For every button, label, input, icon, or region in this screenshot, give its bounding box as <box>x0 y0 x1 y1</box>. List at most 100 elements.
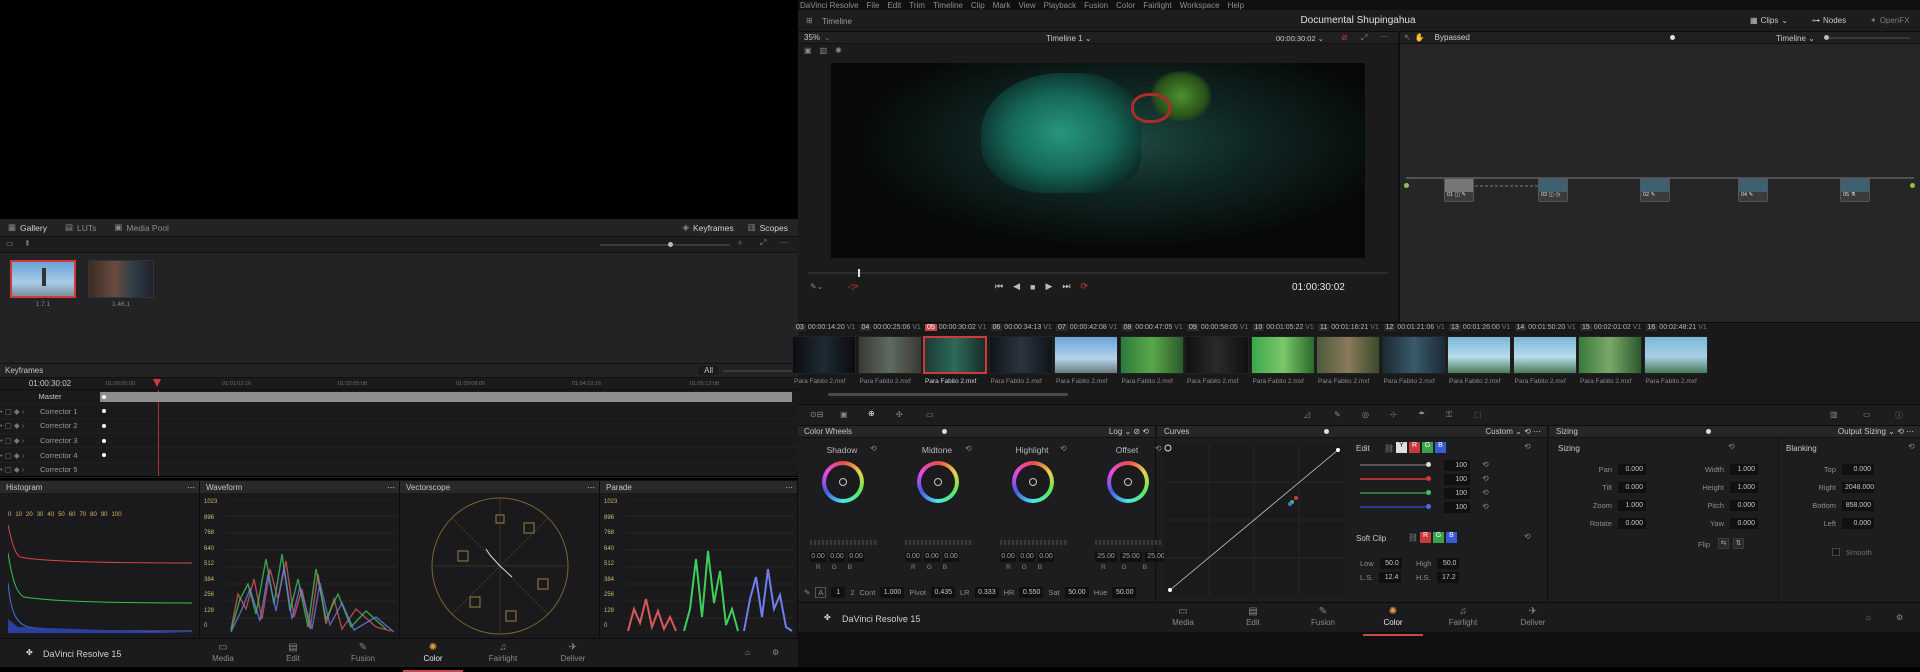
stop-icon[interactable]: ■ <box>1030 282 1035 292</box>
node-input[interactable] <box>1404 183 1409 188</box>
waveform-header[interactable]: Waveform ⋯ <box>200 481 399 493</box>
master-wheel-slider[interactable] <box>905 540 973 545</box>
go-to-start-icon[interactable]: ⏮ <box>995 281 1003 292</box>
reset-b-icon[interactable]: ⟲ <box>1482 502 1489 511</box>
keyframe-row-corrector-3[interactable]: • ▢ ◆ › Corrector 3 <box>0 434 798 449</box>
soft-clip-g-button[interactable]: G <box>1433 532 1444 543</box>
node-01[interactable]: 01 ◫ ✎ <box>1444 178 1474 202</box>
wheels-mode-selector[interactable]: Log ⌄ ⊘ ⟲ <box>1109 427 1149 436</box>
clip-strip-scrollbar[interactable] <box>828 393 1068 396</box>
menu-help[interactable]: Help <box>1228 1 1244 10</box>
parade-header[interactable]: Parade ⋯ <box>600 481 797 493</box>
soft-clip-b-button[interactable]: B <box>1446 532 1457 543</box>
tab-gallery[interactable]: ▦ Gallery <box>8 222 47 233</box>
color-wheel[interactable] <box>822 461 864 503</box>
node-02[interactable]: 02 ✎ <box>1640 178 1670 202</box>
intensity-g-field[interactable]: 100 <box>1444 488 1470 499</box>
scopes-toggle-icon[interactable]: ▥ <box>1830 410 1838 419</box>
image-wipe-icon[interactable]: ▣ <box>804 46 812 55</box>
keyframe-row-corrector-2[interactable]: • ▢ ◆ › Corrector 2 <box>0 419 798 434</box>
node-03[interactable]: 03 ◫ ◷ <box>1538 178 1568 202</box>
node-04[interactable]: 04 ✎ <box>1738 178 1768 202</box>
clip-thumbnail[interactable] <box>1512 336 1577 374</box>
node-zoom-dot[interactable] <box>1670 35 1675 40</box>
page-1-button[interactable]: 1 <box>831 586 846 598</box>
nav-color[interactable]: ✺ Color <box>1363 606 1423 636</box>
intensity-r-field[interactable]: 100 <box>1444 474 1470 485</box>
keyframes-zoom-slider[interactable] <box>723 369 793 372</box>
info-icon[interactable]: ⓘ <box>1895 410 1903 421</box>
nav-edit[interactable]: ▤ Edit <box>267 642 319 663</box>
histogram-header[interactable]: Histogram ⋯ <box>0 481 199 493</box>
home-icon[interactable]: ⌂ <box>745 648 750 657</box>
param-field[interactable]: 0.550 <box>1019 586 1044 598</box>
highlight-icon[interactable]: ✺ <box>835 46 842 55</box>
node-output[interactable] <box>1910 183 1915 188</box>
wheel-values[interactable]: 0.00 0.00 0.00 <box>905 552 959 562</box>
menu-playback[interactable]: Playback <box>1044 1 1076 10</box>
flip-vertical-button[interactable]: ⇅ <box>1733 538 1744 549</box>
color-wheel[interactable] <box>1012 461 1054 503</box>
still-thumbnail[interactable] <box>88 260 154 298</box>
menu-fairlight[interactable]: Fairlight <box>1143 1 1171 10</box>
keyframes-filter[interactable]: All <box>698 366 719 375</box>
clip-thumbnail[interactable] <box>1447 336 1511 374</box>
menu-mark[interactable]: Mark <box>993 1 1011 10</box>
settings-icon[interactable]: ⚙ <box>772 648 779 657</box>
playhead-marker[interactable] <box>153 379 161 387</box>
channel-y-button[interactable]: Y <box>1396 442 1407 453</box>
split-screen-icon[interactable]: ▥ <box>820 46 828 55</box>
clips-toggle[interactable]: ▦ Clips ⌄ <box>1750 16 1788 25</box>
wheel-values[interactable]: 0.00 0.00 0.00 <box>810 552 864 562</box>
master-wheel-slider[interactable] <box>810 540 878 545</box>
node-mode-selector[interactable]: Timeline ⌄ <box>1776 34 1815 43</box>
intensity-b-field[interactable]: 100 <box>1444 502 1470 513</box>
vectorscope-header[interactable]: Vectorscope ⋯ <box>400 481 599 493</box>
nodes-toggle[interactable]: ⊶ Nodes <box>1812 16 1846 25</box>
sizing-tab-icon[interactable]: ⬚ <box>1474 410 1482 419</box>
clip-thumbnail[interactable] <box>792 336 856 374</box>
reset-r-icon[interactable]: ⟲ <box>1482 474 1489 483</box>
bypass-icon[interactable]: ⊘ <box>1341 33 1348 42</box>
clip-thumbnail[interactable] <box>1643 336 1708 374</box>
color-wheel[interactable] <box>1107 461 1149 503</box>
nav-media[interactable]: ▭ Media <box>1157 606 1209 627</box>
thumbnail-size-slider[interactable] <box>600 242 730 247</box>
channel-r-button[interactable]: R <box>1409 442 1420 453</box>
loop-icon[interactable]: ⟳ <box>1081 281 1089 292</box>
viewer-scrubber[interactable] <box>808 269 1388 277</box>
timeline-toggle[interactable]: Timeline <box>822 17 852 26</box>
clip-thumbnail[interactable] <box>1316 336 1380 374</box>
master-wheel-slider[interactable] <box>1095 540 1163 545</box>
scopes-toggle[interactable]: ▥ Scopes <box>748 222 788 233</box>
hand-icon[interactable]: ✋ <box>1415 33 1425 42</box>
channel-g-button[interactable]: G <box>1422 442 1433 453</box>
menu-edit[interactable]: Edit <box>887 1 901 10</box>
list-view-icon[interactable]: ▭ <box>6 239 14 248</box>
color-match-icon[interactable]: ▣ <box>840 410 848 419</box>
info-toggle-icon[interactable]: ▭ <box>1863 410 1871 419</box>
nav-deliver[interactable]: ✈ Deliver <box>1507 606 1559 627</box>
clip-thumbnail[interactable] <box>857 336 922 374</box>
page-2-button[interactable]: 2 <box>850 588 854 597</box>
menu-app[interactable]: DaVinci Resolve <box>800 1 859 10</box>
param-field[interactable]: 50.00 <box>1112 586 1137 598</box>
param-field[interactable]: 0.333 <box>974 586 999 598</box>
menu-color[interactable]: Color <box>1116 1 1135 10</box>
curves-tab-icon[interactable]: ◿ <box>1304 410 1310 419</box>
window-icon[interactable]: ◎ <box>1362 410 1369 419</box>
clip-thumbnail[interactable] <box>923 336 987 374</box>
rgb-mixer-icon[interactable]: ✣ <box>896 410 903 419</box>
auto-color-button[interactable]: A <box>815 586 827 598</box>
master-wheel-slider[interactable] <box>1000 540 1068 545</box>
menu-view[interactable]: View <box>1018 1 1035 10</box>
intensity-y-field[interactable]: 100 <box>1444 460 1470 471</box>
camera-raw-icon[interactable]: ⊙⊟ <box>810 410 823 419</box>
timeline-selector[interactable]: Timeline 1 ⌄ <box>1046 34 1092 43</box>
openfx-toggle[interactable]: ✦ OpenFX <box>1870 16 1910 25</box>
nav-color[interactable]: ✺ Color <box>403 642 463 672</box>
home-icon[interactable]: ⌂ <box>1866 613 1871 622</box>
clip-thumbnail[interactable] <box>1578 336 1642 374</box>
zoom-level[interactable]: 35% <box>804 33 820 42</box>
clip-thumbnail[interactable] <box>1250 336 1315 374</box>
